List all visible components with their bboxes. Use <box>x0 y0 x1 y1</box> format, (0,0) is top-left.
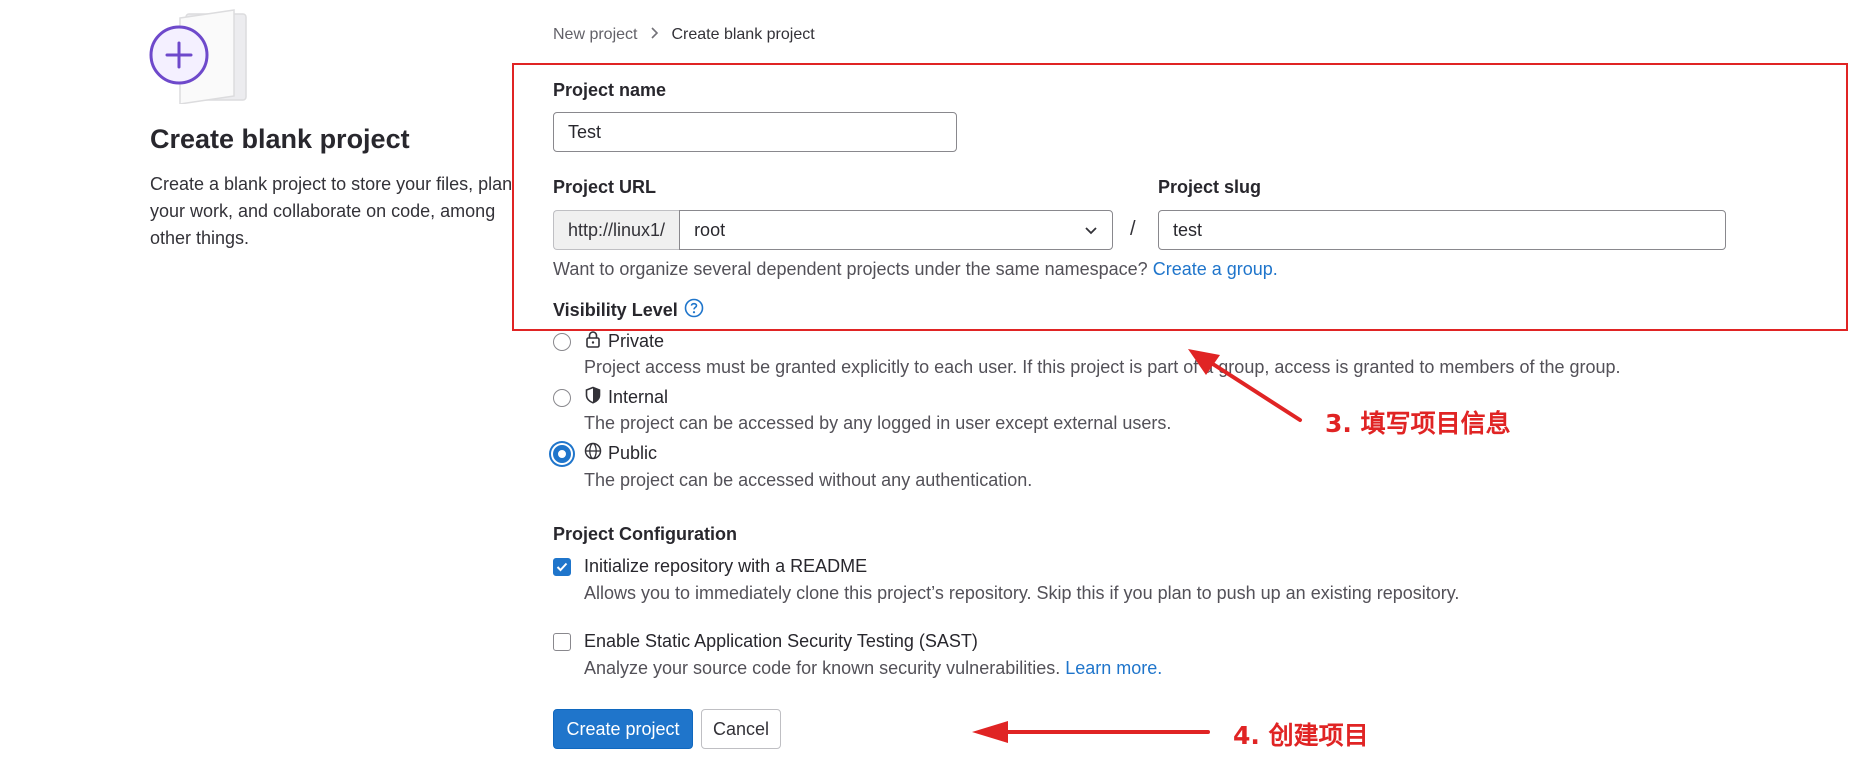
visibility-public-radio[interactable] <box>553 445 571 463</box>
annotation-arrow-step4 <box>972 721 1210 743</box>
visibility-internal-option[interactable]: Internal <box>584 386 668 409</box>
globe-icon <box>584 442 602 465</box>
annotation-step4: 4. 创建项目 <box>1233 721 1369 750</box>
visibility-private-help: Project access must be granted explicitl… <box>584 357 1621 377</box>
breadcrumb-new-project[interactable]: New project <box>553 26 637 44</box>
annotation-step3: 3. 填写项目信息 <box>1325 409 1511 438</box>
breadcrumb: New project Create blank project <box>553 26 815 44</box>
chevron-right-icon <box>649 26 659 44</box>
sast-help: Analyze your source code for known secur… <box>584 658 1162 679</box>
lock-icon <box>584 330 602 353</box>
page-title: Create blank project <box>150 124 410 154</box>
annotation-arrow-step3 <box>1188 349 1302 422</box>
sast-checkbox[interactable] <box>553 633 571 651</box>
cancel-button[interactable]: Cancel <box>701 709 781 749</box>
check-icon <box>556 562 568 572</box>
visibility-public-option[interactable]: Public <box>584 442 657 465</box>
readme-checkbox[interactable] <box>553 558 571 576</box>
visibility-private-label: Private <box>608 331 665 351</box>
annotation-highlight-box <box>512 63 1848 331</box>
page-description: Create a blank project to store your fil… <box>150 174 513 248</box>
readme-label[interactable]: Initialize repository with a README <box>584 556 867 577</box>
breadcrumb-current: Create blank project <box>671 26 815 43</box>
learn-more-link[interactable]: Learn more. <box>1065 658 1162 678</box>
sast-label[interactable]: Enable Static Application Security Testi… <box>584 631 978 652</box>
visibility-private-radio[interactable] <box>553 333 571 351</box>
shield-icon <box>584 386 602 409</box>
visibility-internal-label: Internal <box>608 387 669 407</box>
sast-help-text: Analyze your source code for known secur… <box>584 658 1061 678</box>
create-project-button[interactable]: Create project <box>553 709 693 749</box>
visibility-public-label: Public <box>608 443 658 463</box>
create-project-illustration <box>146 4 256 105</box>
readme-help: Allows you to immediately clone this pro… <box>584 583 1460 603</box>
visibility-internal-radio[interactable] <box>553 389 571 407</box>
visibility-internal-help: The project can be accessed by any logge… <box>584 413 1172 433</box>
project-configuration-label: Project Configuration <box>553 524 737 544</box>
visibility-public-help: The project can be accessed without any … <box>584 470 1033 490</box>
visibility-private-option[interactable]: Private <box>584 330 664 353</box>
